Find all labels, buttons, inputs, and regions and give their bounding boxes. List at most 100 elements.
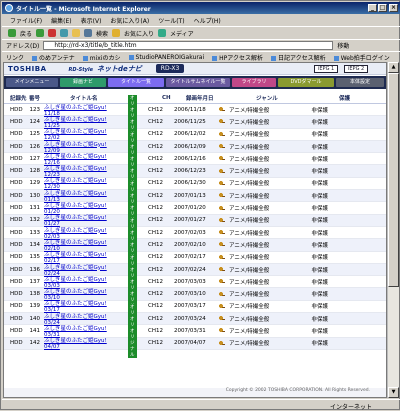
scroll-down-icon[interactable]: ▼ [388, 387, 399, 398]
nav-settings[interactable]: 本体設定 [336, 78, 384, 87]
link-item[interactable]: 日記アクセス解析 [271, 53, 326, 62]
vertical-scrollbar[interactable]: ▲ ▼ [387, 62, 399, 398]
row-date: 2007/03/31 [174, 327, 206, 334]
favorites-button[interactable]: お気に入り [124, 29, 154, 38]
row-device: HDD [10, 340, 23, 347]
row-no: 139 [29, 303, 41, 310]
go-button[interactable]: 移動 [337, 41, 349, 50]
address-label: アドレス(D) [6, 43, 40, 50]
row-device: HDD [10, 106, 23, 113]
back-icon[interactable] [8, 29, 16, 37]
link-item[interactable]: mixiのカシ [83, 53, 121, 62]
close-button[interactable]: × [389, 4, 398, 12]
stop-icon[interactable] [48, 29, 57, 37]
search-button[interactable]: 検索 [96, 29, 108, 38]
address-bar: アドレス(D) http://rd-x3/title/b_title.htm 移… [2, 39, 400, 51]
row-ch: CH12 [148, 266, 163, 273]
refresh-icon[interactable] [60, 29, 69, 37]
row-device: HDD [10, 327, 23, 334]
row-genre-cell: アニメ/特撮全般 [218, 106, 300, 114]
menu-bar: ファイル(F) 編集(E) 表示(V) お気に入り(A) ツール(T) ヘルプ(… [2, 15, 400, 26]
menu-view[interactable]: 表示(V) [81, 16, 102, 25]
genre-icon [218, 316, 226, 322]
nav-title-list[interactable]: タイトル一覧 [108, 78, 164, 87]
col-title: タイトル名 [70, 96, 98, 102]
col-date: 録画年月日 [186, 96, 214, 102]
iepg1-button[interactable]: iEPG 1 [314, 65, 339, 73]
menu-help[interactable]: ヘルプ(H) [194, 16, 221, 25]
row-device: HDD [10, 180, 23, 187]
menu-edit[interactable]: 編集(E) [51, 16, 71, 25]
row-no: 125 [29, 131, 41, 138]
row-ch: CH12 [148, 229, 163, 236]
row-device: HDD [10, 192, 23, 199]
link-item[interactable]: StudioPANEROIGakurai [129, 54, 205, 61]
back-button[interactable]: 戻る [20, 29, 32, 38]
media-button[interactable]: メディア [170, 29, 194, 38]
menu-tools[interactable]: ツール(T) [158, 16, 184, 25]
row-protect: 非保護 [311, 328, 328, 335]
genre-icon [218, 107, 226, 113]
copyright: Copyright © 2002 TOSHIBA CORPORATION. Al… [4, 388, 386, 397]
scroll-up-icon[interactable]: ▲ [388, 62, 399, 73]
row-ch: CH12 [148, 241, 163, 248]
address-input[interactable]: http://rd-x3/title/b_title.htm [43, 41, 334, 50]
table-row[interactable]: HDD 142 ふしぎ星のふたご姫Gyu! 04/07 オリジナル CH12 2007/0… [4, 328, 386, 359]
row-genre-cell: アニメ/特撮全般 [218, 290, 300, 298]
search-icon[interactable] [84, 29, 93, 37]
row-genre-cell: アニメ/特撮全般 [218, 315, 300, 323]
row-genre: アニメ/特撮全般 [229, 107, 270, 114]
row-genre-cell: アニメ/特撮全般 [218, 266, 300, 274]
scroll-thumb[interactable] [388, 73, 399, 287]
minimize-button[interactable]: _ [368, 4, 377, 12]
row-protect: 非保護 [311, 193, 328, 200]
window-title: タイトル一覧 - Microsoft Internet Explorer [16, 5, 151, 13]
row-genre-cell: アニメ/特撮全般 [218, 167, 300, 175]
favorites-icon[interactable] [112, 29, 121, 37]
row-genre-cell: アニメ/特撮全般 [218, 241, 300, 249]
page-content: TOSHIBA RD-Style ネットdeナビ RD-X3 iEPG 1 iEP… [3, 62, 387, 398]
row-ch: CH12 [148, 180, 163, 187]
row-no: 124 [29, 118, 41, 125]
menu-file[interactable]: ファイル(F) [10, 16, 42, 25]
nav-library[interactable]: ライブラリ [232, 78, 276, 87]
nav-dvd[interactable]: DVDダマール [278, 78, 334, 87]
nav-main-menu[interactable]: メインメニュー [6, 78, 58, 87]
row-date: 2006/12/30 [174, 180, 206, 187]
row-genre-cell: アニメ/特撮全般 [218, 216, 300, 224]
row-genre-cell: アニメ/特撮全般 [218, 155, 300, 163]
row-protect: 非保護 [311, 169, 328, 176]
row-no: 127 [29, 155, 41, 162]
row-date: 2007/02/17 [174, 254, 206, 261]
row-protect: 非保護 [311, 181, 328, 188]
row-protect: 非保護 [311, 279, 328, 286]
link-item[interactable]: のめアンテナ [32, 53, 75, 62]
row-protect: 非保護 [311, 107, 328, 114]
row-protect: 非保護 [311, 206, 328, 213]
col-genre: ジャンル [256, 96, 278, 102]
link-item[interactable]: HPアクセス解析 [212, 53, 263, 62]
iepg2-button[interactable]: iEPG 2 [344, 65, 369, 73]
row-device: HDD [10, 168, 23, 175]
link-item[interactable]: Web拍手ログイン [334, 53, 390, 62]
nav-thumbnail-list[interactable]: タイトルサムネイル一覧 [166, 78, 230, 87]
row-no: 131 [29, 205, 41, 212]
maximize-button[interactable]: □ [378, 4, 387, 12]
row-title-link[interactable]: ふしぎ星のふたご姫Gyu! 04/07 [40, 336, 124, 350]
genre-icon [218, 230, 226, 236]
genre-icon [218, 303, 226, 309]
nav-record-navi[interactable]: 録画ナビ [60, 78, 106, 87]
row-protect: 非保護 [311, 341, 328, 348]
row-ch: CH12 [148, 168, 163, 175]
row-no: 126 [29, 143, 41, 150]
genre-icon [218, 205, 226, 211]
home-icon[interactable] [72, 29, 81, 37]
title-list: HDD123ふしぎ星のふたご姫Gyu! 11/18オリジナルCH122006/1… [4, 94, 386, 359]
row-protect: 非保護 [311, 218, 328, 225]
menu-favorites[interactable]: お気に入り(A) [110, 16, 149, 25]
media-icon[interactable] [158, 29, 167, 37]
forward-icon[interactable] [36, 29, 45, 37]
row-ch: CH12 [148, 106, 163, 113]
genre-icon [218, 119, 226, 125]
row-date: 2007/02/03 [174, 229, 206, 236]
